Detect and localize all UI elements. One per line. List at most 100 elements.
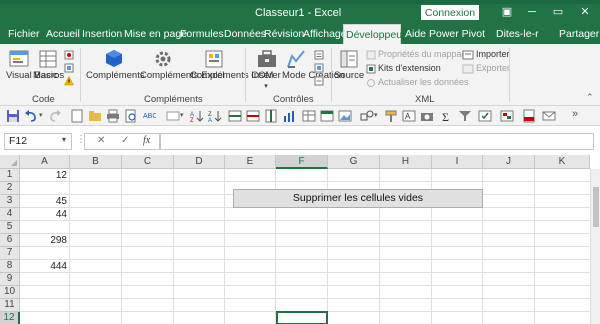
- exporter-button[interactable]: Exporter: [476, 63, 510, 74]
- insert-function-icon[interactable]: fx: [143, 135, 150, 146]
- chevron-down-icon[interactable]: ▾: [374, 111, 378, 119]
- tab-formules[interactable]: Formules: [178, 24, 226, 44]
- data-validation-icon[interactable]: [478, 109, 492, 123]
- picture-icon[interactable]: [338, 109, 352, 123]
- ribbon-display-options-icon[interactable]: ▣: [500, 5, 514, 19]
- spelling-icon[interactable]: ABC: [142, 109, 156, 123]
- scrollbar-thumb[interactable]: [593, 187, 599, 227]
- complements-button[interactable]: Compléments: [86, 71, 145, 81]
- chart-icon[interactable]: [282, 109, 296, 123]
- cell-a3[interactable]: 45: [20, 195, 69, 208]
- actualiser-donnees-button[interactable]: Actualiser les données: [378, 77, 469, 88]
- row-header[interactable]: 11: [0, 299, 20, 312]
- cell-a4[interactable]: 44: [20, 208, 69, 221]
- column-header[interactable]: E: [225, 155, 276, 169]
- column-header[interactable]: A: [20, 155, 70, 169]
- new-file-icon[interactable]: [70, 109, 84, 123]
- tab-revision[interactable]: Révision: [262, 24, 306, 44]
- inserer-button[interactable]: Insérer: [251, 71, 281, 81]
- cell-a8[interactable]: 444: [20, 260, 69, 273]
- column-header[interactable]: B: [70, 155, 122, 169]
- shapes-icon[interactable]: [360, 109, 374, 123]
- select-all-corner[interactable]: [0, 155, 20, 169]
- row-header[interactable]: 2: [0, 182, 20, 195]
- tab-power-pivot[interactable]: Power Pivot: [427, 24, 487, 44]
- enter-icon[interactable]: ✓: [121, 135, 129, 146]
- cell-a6[interactable]: 298: [20, 234, 69, 247]
- column-header[interactable]: C: [122, 155, 174, 169]
- kits-extension-button[interactable]: Kits d'extension: [378, 63, 441, 74]
- complements-com-button[interactable]: Compléments COM: [190, 71, 273, 81]
- share-button[interactable]: Partager: [557, 24, 600, 44]
- cancel-icon[interactable]: ✕: [97, 135, 105, 146]
- tab-insertion[interactable]: Insertion: [80, 24, 124, 44]
- open-folder-icon[interactable]: [88, 109, 102, 123]
- macros-button[interactable]: Macros: [33, 71, 64, 81]
- complements-excel-button[interactable]: Compléments Excel: [140, 71, 224, 81]
- column-header[interactable]: D: [174, 155, 225, 169]
- column-header[interactable]: H: [380, 155, 432, 169]
- table-icon[interactable]: [302, 109, 316, 123]
- tab-accueil[interactable]: Accueil: [44, 24, 82, 44]
- mode-creation-button[interactable]: Mode Création: [282, 71, 344, 81]
- column-header[interactable]: G: [328, 155, 380, 169]
- tab-fichier[interactable]: Fichier: [6, 24, 42, 44]
- print-icon[interactable]: [106, 109, 120, 123]
- row-header[interactable]: 6: [0, 234, 20, 247]
- column-header-selected[interactable]: F: [276, 155, 328, 169]
- insert-row-icon[interactable]: [228, 109, 242, 123]
- collapse-ribbon-icon[interactable]: ⌃: [586, 92, 594, 103]
- relative-references-icon[interactable]: [64, 63, 74, 73]
- column-header[interactable]: K: [535, 155, 590, 169]
- formula-input[interactable]: [160, 133, 594, 150]
- sort-ascending-icon[interactable]: AZ: [190, 109, 204, 123]
- pdf-icon[interactable]: [522, 109, 536, 123]
- visual-basic-button[interactable]: Visual Basic: [6, 71, 58, 81]
- run-dialog-icon[interactable]: [314, 76, 324, 86]
- camera-icon[interactable]: [420, 109, 434, 123]
- row-header-selected[interactable]: 12: [0, 312, 20, 324]
- minimize-icon[interactable]: ─: [525, 5, 539, 19]
- column-header[interactable]: J: [483, 155, 535, 169]
- vertical-scrollbar[interactable]: [590, 169, 600, 324]
- row-header[interactable]: 9: [0, 273, 20, 286]
- macro-record-icon[interactable]: [166, 109, 180, 123]
- record-macro-icon[interactable]: [64, 50, 74, 60]
- insert-column-icon[interactable]: [264, 109, 278, 123]
- column-header[interactable]: I: [432, 155, 483, 169]
- conditional-format-icon[interactable]: [500, 109, 514, 123]
- redo-icon[interactable]: [48, 109, 62, 123]
- row-header[interactable]: 1: [0, 169, 20, 182]
- proprietes-mappage-button[interactable]: Propriétés du mappage: [378, 49, 472, 60]
- more-commands-icon[interactable]: »: [572, 108, 578, 120]
- connexion-button[interactable]: Connexion: [421, 5, 479, 20]
- sort-descending-icon[interactable]: ZA: [208, 109, 222, 123]
- format-painter-icon[interactable]: [384, 109, 398, 123]
- delete-row-icon[interactable]: [246, 109, 260, 123]
- chevron-down-icon[interactable]: ▾: [62, 135, 66, 144]
- source-button[interactable]: Source: [334, 71, 364, 81]
- tab-developpeur[interactable]: Développeur: [343, 24, 406, 44]
- row-header[interactable]: 8: [0, 260, 20, 273]
- pivot-table-icon[interactable]: [320, 109, 334, 123]
- tell-me-search[interactable]: Dites-le-r: [494, 24, 541, 44]
- chevron-down-icon[interactable]: ▾: [39, 111, 43, 119]
- properties-icon[interactable]: [314, 50, 324, 60]
- undo-icon[interactable]: [24, 109, 38, 123]
- save-icon[interactable]: [6, 109, 20, 123]
- cell-a1[interactable]: 12: [20, 169, 69, 182]
- importer-button[interactable]: Importer: [476, 49, 510, 60]
- mail-icon[interactable]: [542, 109, 556, 123]
- row-header[interactable]: 5: [0, 221, 20, 234]
- close-icon[interactable]: ✕: [578, 5, 592, 19]
- row-header[interactable]: 7: [0, 247, 20, 260]
- view-code-icon[interactable]: [314, 63, 324, 73]
- sum-icon[interactable]: Σ: [440, 109, 454, 123]
- row-header[interactable]: 3: [0, 195, 20, 208]
- tab-aide[interactable]: Aide: [403, 24, 428, 44]
- macro-security-icon[interactable]: [64, 76, 74, 86]
- tab-affichage[interactable]: Affichage: [301, 24, 349, 44]
- text-box-icon[interactable]: A: [402, 109, 416, 123]
- print-preview-icon[interactable]: [124, 109, 138, 123]
- delete-empty-cells-button[interactable]: Supprimer les cellules vides: [233, 189, 483, 208]
